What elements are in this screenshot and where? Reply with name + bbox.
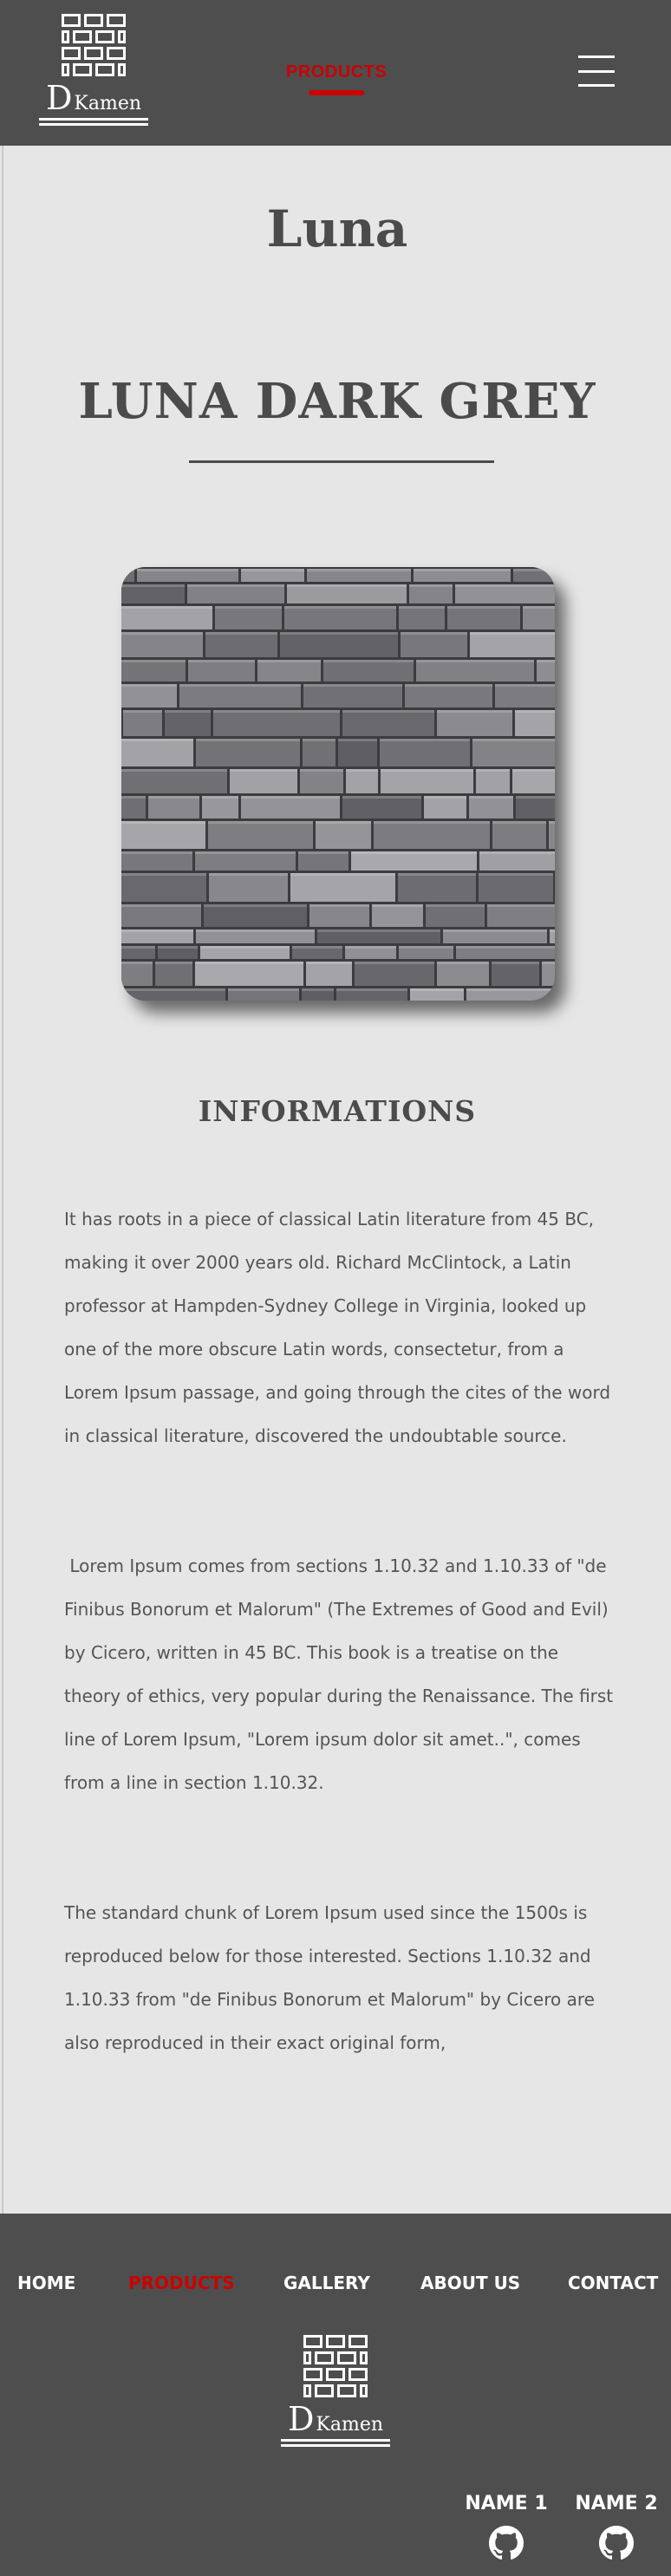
brick-wall-icon bbox=[62, 14, 126, 76]
informations-heading: INFORMATIONS bbox=[198, 1094, 477, 1128]
active-nav-indicator bbox=[309, 90, 364, 95]
collection-title: Luna bbox=[266, 199, 408, 258]
product-main: Luna LUNA DARK GREY INFORMATIONS It has … bbox=[2, 146, 671, 2214]
brick-wall-icon bbox=[303, 2335, 368, 2397]
product-title: LUNA DARK GREY bbox=[78, 373, 596, 430]
title-divider bbox=[189, 460, 494, 463]
info-paragraph: The standard chunk of Lorem Ipsum used s… bbox=[64, 1902, 601, 2053]
info-paragraph: Lorem Ipsum comes from sections 1.10.32 … bbox=[64, 1555, 619, 1793]
stone-wall-icon bbox=[121, 567, 555, 1001]
credit-name-1: NAME 1 bbox=[465, 2493, 548, 2514]
info-paragraph: It has roots in a piece of classical Lat… bbox=[64, 1209, 616, 1446]
logo-letter: D bbox=[287, 2400, 315, 2438]
logo-underline bbox=[281, 2439, 390, 2447]
credit-name-2: NAME 2 bbox=[575, 2493, 658, 2514]
footer-nav-home[interactable]: HOME bbox=[17, 2273, 75, 2293]
logo-word: Kamen bbox=[316, 2414, 384, 2436]
footer-nav-contact[interactable]: CONTACT bbox=[568, 2273, 658, 2293]
footer-nav-gallery[interactable]: GALLERY bbox=[283, 2273, 370, 2293]
logo-text: D Kamen bbox=[46, 82, 141, 114]
logo-letter: D bbox=[45, 79, 73, 117]
logo[interactable]: D Kamen bbox=[39, 14, 148, 135]
logo-word: Kamen bbox=[74, 93, 142, 114]
site-header: D Kamen PRODUCTS bbox=[0, 0, 671, 146]
footer-logo[interactable]: D Kamen bbox=[279, 2335, 392, 2456]
product-image bbox=[121, 567, 555, 1001]
github-icon[interactable] bbox=[599, 2526, 634, 2560]
hamburger-icon[interactable] bbox=[578, 55, 615, 87]
nav-products-link[interactable]: PRODUCTS bbox=[286, 62, 387, 82]
site-footer: HOME PRODUCTS GALLERY ABOUT US CONTACT D… bbox=[0, 2214, 671, 2576]
footer-nav-products[interactable]: PRODUCTS bbox=[128, 2273, 235, 2293]
footer-nav-about-us[interactable]: ABOUT US bbox=[420, 2273, 520, 2293]
logo-text: D Kamen bbox=[288, 2403, 383, 2436]
github-icon[interactable] bbox=[489, 2526, 524, 2560]
logo-underline bbox=[39, 118, 148, 126]
